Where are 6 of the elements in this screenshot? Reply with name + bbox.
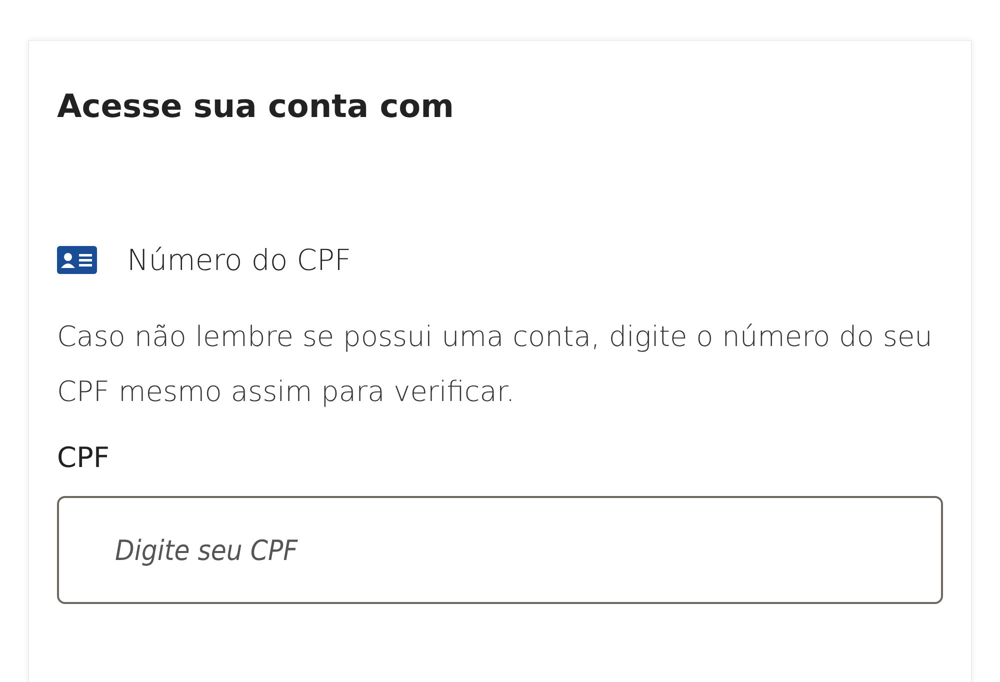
cpf-option-link[interactable]: Número do CPF [127,243,352,277]
card-title: Acesse sua conta com [57,87,455,125]
field-label: CPF [57,441,111,474]
cpf-input-field[interactable]: Digite seu CPF [57,496,943,604]
id-card-icon [57,246,97,274]
description-text: Caso não lembre se possui uma conta, digite o número do seu CPF mesmo assim para verificar. [57,319,934,410]
